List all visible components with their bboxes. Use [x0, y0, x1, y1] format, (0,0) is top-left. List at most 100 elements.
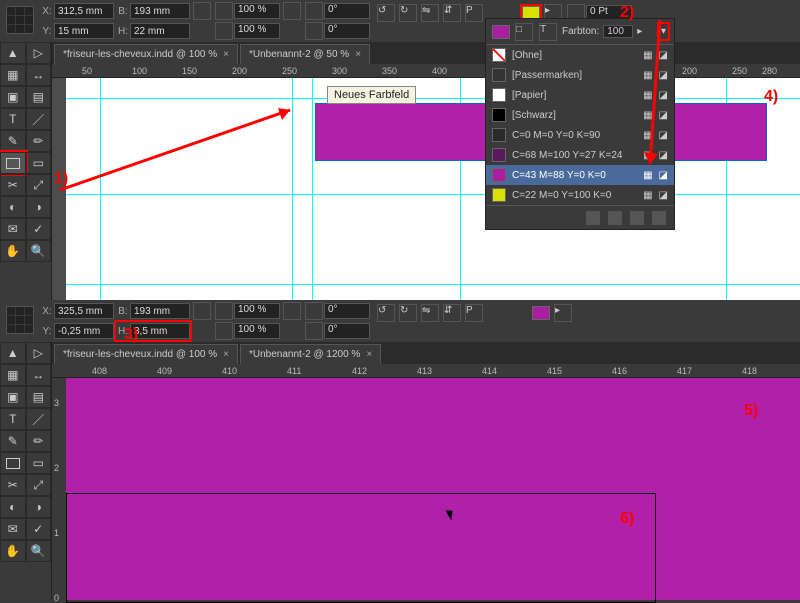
pen-tool[interactable]: ✎	[0, 130, 26, 152]
y-field[interactable]: 15 mm	[54, 23, 114, 39]
gap-tool[interactable]: ↔	[26, 64, 52, 86]
scaley-field[interactable]: 100 %	[234, 323, 280, 339]
scalex-field[interactable]: 100 %	[234, 303, 280, 319]
h-field[interactable]: 22 mm	[130, 23, 190, 39]
y-field[interactable]: -0,25 mm	[54, 323, 114, 339]
content-tool[interactable]: ▣	[0, 86, 26, 108]
fill-menu-icon[interactable]: ▸	[554, 304, 572, 322]
h-field[interactable]: 3,5 mm	[130, 323, 190, 339]
reference-point-grid[interactable]	[6, 6, 34, 34]
eyedropper-tool[interactable]: ✓	[26, 518, 52, 540]
rectangle-tool[interactable]	[0, 452, 26, 474]
panel-text-icon[interactable]: T	[539, 23, 557, 41]
line-tool[interactable]: ／	[26, 108, 52, 130]
x-field[interactable]: 312,5 mm	[54, 3, 114, 19]
rotate-ccw-icon[interactable]: ↺	[377, 304, 395, 322]
shear-field[interactable]: 0°	[324, 23, 370, 39]
tint-value[interactable]: 100	[603, 25, 633, 38]
zoom-tool[interactable]: 🔍	[26, 240, 52, 262]
ruler-vertical: 3 2 1 0	[52, 378, 66, 600]
selection-tool[interactable]: ▲	[0, 342, 26, 364]
canvas[interactable]	[66, 378, 800, 600]
direct-select-tool[interactable]: ▷	[26, 42, 52, 64]
angle-field[interactable]: 0°	[324, 303, 370, 319]
rotate-cw-icon[interactable]: ↻	[399, 4, 417, 22]
link-scale-icon[interactable]	[283, 2, 301, 20]
line-tool[interactable]: ／	[26, 408, 52, 430]
link-wh-icon[interactable]	[193, 2, 211, 20]
close-icon[interactable]: ×	[223, 49, 229, 60]
swatch-view-icon[interactable]	[586, 211, 600, 225]
reference-point-grid[interactable]	[6, 306, 34, 334]
panel-fill-icon[interactable]	[492, 25, 510, 39]
close-icon[interactable]: ×	[355, 49, 361, 60]
transform-tool[interactable]: ⤢	[26, 474, 52, 496]
document-area: 408 409 410 411 412 413 414 415 416 417 …	[52, 364, 800, 600]
rectangle-tool[interactable]	[0, 152, 26, 174]
rotate-cw-icon[interactable]: ↻	[399, 304, 417, 322]
note-tool[interactable]: ✉	[0, 218, 26, 240]
p-icon[interactable]: P	[465, 304, 483, 322]
pen-tool[interactable]: ✎	[0, 430, 26, 452]
page-tool[interactable]: ▦	[0, 364, 26, 386]
new-folder-icon[interactable]	[608, 211, 622, 225]
marker-4: 4)	[764, 88, 778, 106]
gradient-feather-tool[interactable]: ◑	[26, 196, 52, 218]
close-icon[interactable]: ×	[366, 349, 372, 360]
swatch-label: C=68 M=100 Y=27 K=24	[512, 150, 622, 161]
hand-tool[interactable]: ✋	[0, 240, 26, 262]
swatch-label: C=22 M=0 Y=100 K=0	[512, 190, 611, 201]
gap-tool[interactable]: ↔	[26, 364, 52, 386]
swatch-row[interactable]: C=22 M=0 Y=100 K=0▦◪	[486, 185, 674, 205]
scalex-field[interactable]: 100 %	[234, 3, 280, 19]
shear-icon	[305, 22, 323, 40]
transform-tool[interactable]: ⤢	[26, 174, 52, 196]
close-icon[interactable]: ×	[223, 349, 229, 360]
flip-v-icon[interactable]: ⇵	[443, 4, 461, 22]
direct-select-tool[interactable]: ▷	[26, 342, 52, 364]
rect-frame-tool[interactable]: ▭	[26, 152, 52, 174]
inner-rectangle[interactable]	[66, 493, 656, 603]
type-tool[interactable]: T	[0, 108, 26, 130]
gradient-feather-tool[interactable]: ◑	[26, 496, 52, 518]
type-tool[interactable]: T	[0, 408, 26, 430]
trash-icon[interactable]	[652, 211, 666, 225]
content-place-tool[interactable]: ▤	[26, 386, 52, 408]
gradient-swatch-tool[interactable]: ◐	[0, 196, 26, 218]
eyedropper-tool[interactable]: ✓	[26, 218, 52, 240]
x-field[interactable]: 325,5 mm	[54, 303, 114, 319]
tab-doc2[interactable]: *Unbenannt-2 @ 1200 %×	[240, 344, 381, 364]
rect-frame-tool[interactable]: ▭	[26, 452, 52, 474]
tab-doc1[interactable]: *friseur-les-cheveux.indd @ 100 %×	[54, 344, 238, 364]
panel-stroke-icon[interactable]: □	[515, 23, 533, 41]
selection-tool[interactable]: ▲	[0, 42, 26, 64]
p-icon[interactable]: P	[465, 4, 483, 22]
note-tool[interactable]: ✉	[0, 518, 26, 540]
zoom-tool[interactable]: 🔍	[26, 540, 52, 562]
tab-doc1[interactable]: *friseur-les-cheveux.indd @ 100 %×	[54, 44, 238, 64]
scissors-tool[interactable]: ✂	[0, 474, 26, 496]
content-tool[interactable]: ▣	[0, 386, 26, 408]
marker-5: 5)	[744, 402, 758, 420]
rotate-ccw-icon[interactable]: ↺	[377, 4, 395, 22]
flip-v-icon[interactable]: ⇵	[443, 304, 461, 322]
hand-tool[interactable]: ✋	[0, 540, 26, 562]
tab-doc2[interactable]: *Unbenannt-2 @ 50 %×	[240, 44, 370, 64]
scissors-tool[interactable]: ✂	[0, 174, 26, 196]
w-field[interactable]: 193 mm	[130, 3, 190, 19]
link-wh-icon[interactable]	[193, 302, 211, 320]
shear-field[interactable]: 0°	[324, 323, 370, 339]
flip-h-icon[interactable]: ⇋	[421, 304, 439, 322]
scaley-field[interactable]: 100 %	[234, 23, 280, 39]
gradient-swatch-tool[interactable]: ◐	[0, 496, 26, 518]
content-place-tool[interactable]: ▤	[26, 86, 52, 108]
link-scale-icon[interactable]	[283, 302, 301, 320]
page-tool[interactable]: ▦	[0, 64, 26, 86]
new-swatch-icon[interactable]	[630, 211, 644, 225]
pencil-tool[interactable]: ✏	[26, 430, 52, 452]
w-field[interactable]: 193 mm	[130, 303, 190, 319]
flip-h-icon[interactable]: ⇋	[421, 4, 439, 22]
fill-swatch[interactable]	[532, 306, 550, 320]
pencil-tool[interactable]: ✏	[26, 130, 52, 152]
angle-field[interactable]: 0°	[324, 3, 370, 19]
